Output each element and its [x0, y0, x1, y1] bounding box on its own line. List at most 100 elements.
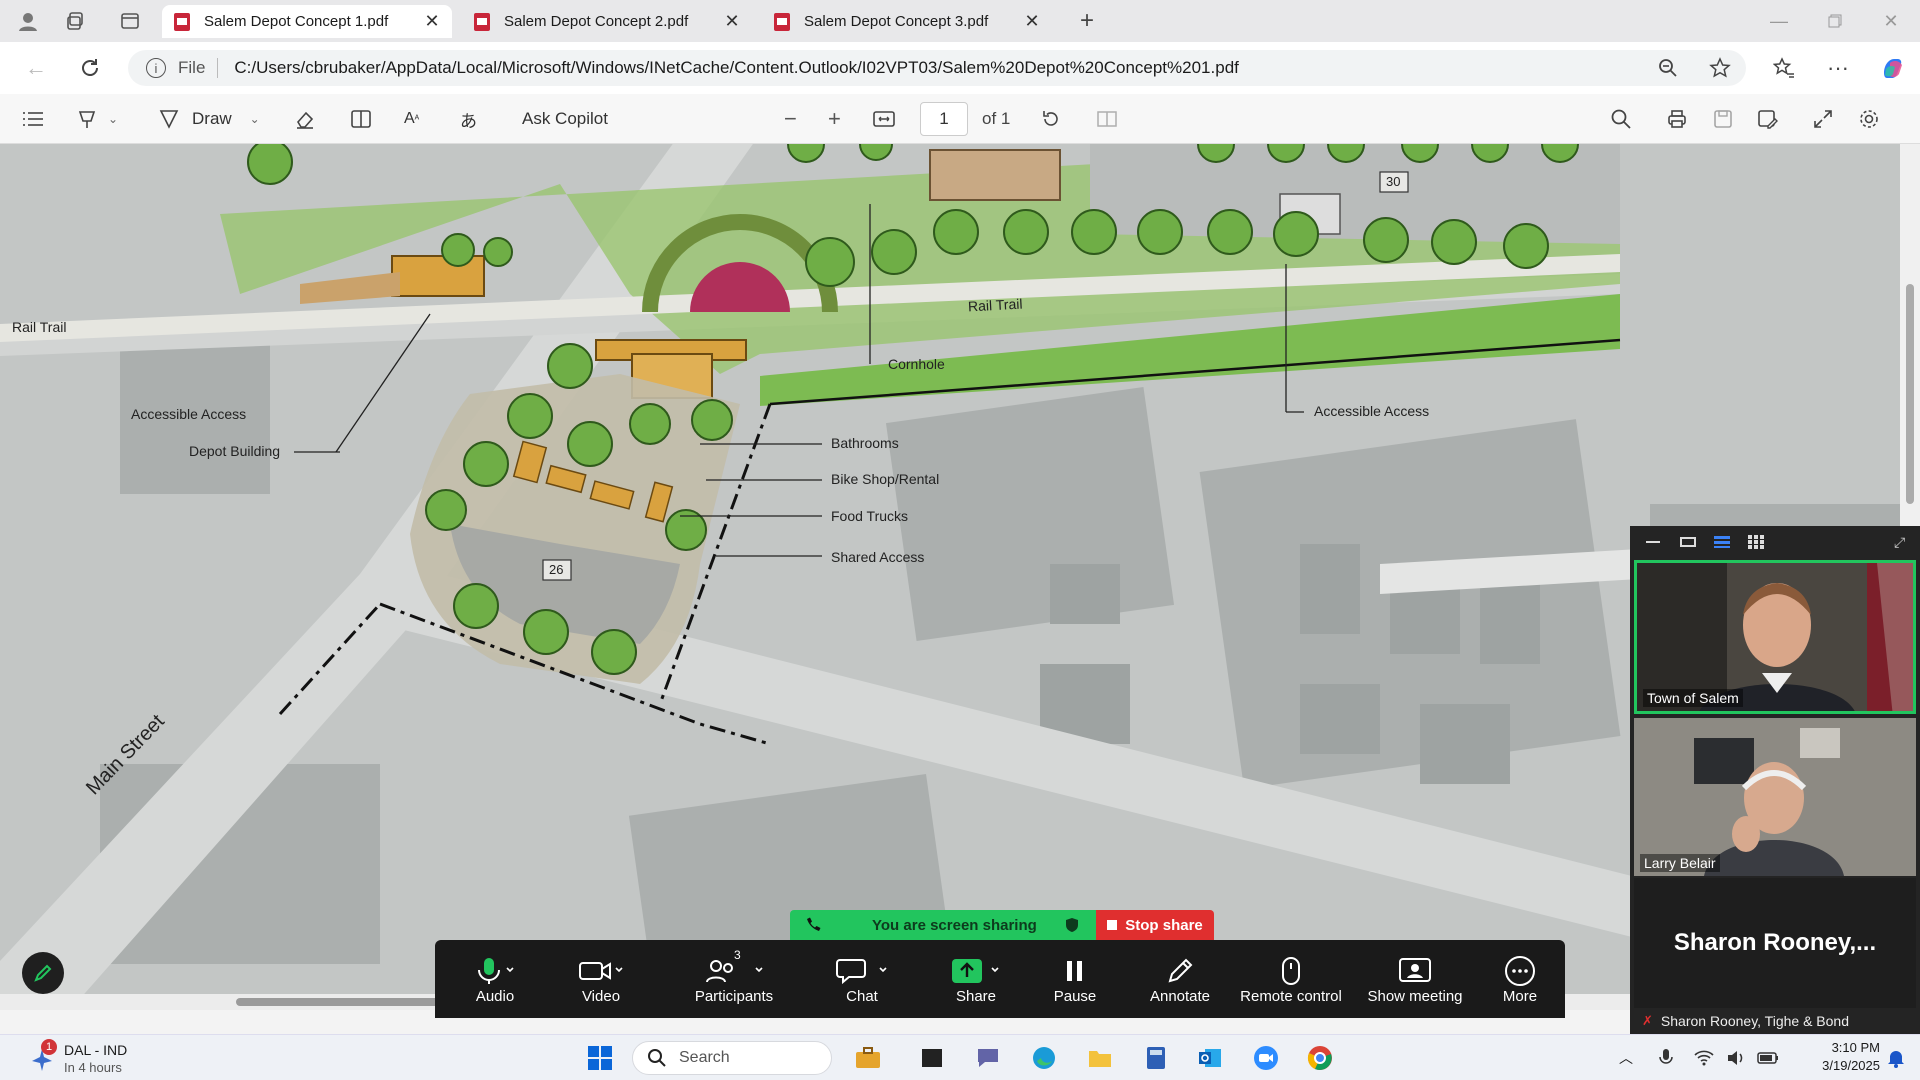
settings-gear-icon[interactable]	[1858, 106, 1880, 132]
tab-concept-3[interactable]: Salem Depot Concept 3.pdf ✕	[762, 5, 1052, 38]
show-meeting-button[interactable]: Show meeting	[1355, 940, 1475, 1018]
page-current: 1	[939, 109, 949, 128]
annotation-pen-button[interactable]	[22, 952, 64, 994]
windows-taskbar: 1 DAL - IND In 4 hours Search ︿ 3:10 PM …	[0, 1034, 1920, 1080]
copilot-icon[interactable]	[1878, 54, 1908, 82]
taskbar-app-terminal[interactable]	[916, 1043, 948, 1073]
participant-tile-sharon-rooney[interactable]: Sharon Rooney,...	[1634, 878, 1916, 1008]
tab-actions-icon[interactable]	[116, 8, 144, 34]
favorite-star-icon[interactable]	[1706, 56, 1734, 80]
url-text[interactable]: C:/Users/cbrubaker/AppData/Local/Microso…	[234, 58, 1238, 78]
zoom-out-button[interactable]: −	[784, 106, 797, 132]
annotate-button[interactable]: Annotate	[1135, 940, 1225, 1018]
active-speaker-name: Sharon Rooney,...	[1673, 929, 1877, 956]
more-options-icon[interactable]: ···	[1824, 55, 1852, 80]
label-parking-26: 26	[549, 562, 564, 577]
favorites-icon[interactable]	[1770, 56, 1798, 80]
search-icon[interactable]	[1610, 106, 1632, 132]
print-icon[interactable]	[1666, 106, 1688, 132]
chat-label: Chat	[846, 987, 878, 1005]
contents-icon[interactable]	[22, 106, 44, 132]
zoom-icon[interactable]	[1654, 56, 1682, 80]
share-screen-icon	[952, 958, 999, 983]
volume-icon[interactable]	[1720, 1043, 1752, 1073]
chevron-down-icon[interactable]: ⌄	[250, 112, 260, 126]
taskbar-app-explorer[interactable]	[1084, 1043, 1116, 1073]
video-button[interactable]: Video	[563, 940, 639, 1018]
new-tab-button[interactable]: +	[1072, 7, 1102, 34]
windows-start-button[interactable]	[584, 1043, 616, 1073]
scrollbar-thumb[interactable]	[1906, 284, 1914, 504]
workspaces-icon[interactable]	[62, 8, 90, 34]
taskbar-app-calculator[interactable]	[1140, 1043, 1172, 1073]
save-icon[interactable]	[1712, 106, 1734, 132]
share-button[interactable]: Share	[929, 940, 1023, 1018]
gallery-view-icon[interactable]	[1748, 535, 1764, 549]
address-bar-row: ← i File C:/Users/cbrubaker/AppData/Loca…	[0, 42, 1920, 94]
chevron-down-icon[interactable]: ⌄	[108, 112, 118, 126]
two-page-icon[interactable]	[1096, 106, 1118, 132]
save-as-icon[interactable]	[1756, 106, 1778, 132]
strip-view-icon[interactable]	[1714, 536, 1730, 548]
read-aloud-icon[interactable]: Aᴬ	[404, 106, 419, 132]
zoom-video-panel: ⤢ Town of Salem Larry Belair Sharon Roon…	[1630, 526, 1920, 1034]
minimize-button[interactable]: —	[1764, 8, 1794, 34]
rotate-icon[interactable]	[1040, 106, 1062, 132]
battery-icon[interactable]	[1752, 1043, 1784, 1073]
wifi-icon[interactable]	[1688, 1043, 1720, 1073]
back-button[interactable]: ←	[22, 54, 50, 82]
page-view-icon[interactable]	[350, 106, 372, 132]
fit-page-icon[interactable]	[872, 106, 896, 132]
participant-video	[1634, 718, 1916, 876]
zoom-in-button[interactable]: +	[828, 106, 841, 132]
participant-tile-larry-belair[interactable]: Larry Belair	[1634, 718, 1916, 876]
show-hidden-icons[interactable]: ︿	[1610, 1043, 1642, 1073]
ask-copilot-button[interactable]: Ask Copilot	[522, 106, 608, 132]
taskbar-search-box[interactable]: Search	[632, 1041, 832, 1075]
close-icon[interactable]: ✕	[422, 11, 442, 32]
page-number-input[interactable]: 1	[920, 102, 968, 136]
taskbar-app-briefcase[interactable]	[852, 1043, 884, 1073]
close-icon[interactable]: ✕	[1022, 11, 1042, 32]
taskbar-app-zoom[interactable]	[1250, 1043, 1282, 1073]
tray-microphone-icon[interactable]	[1650, 1043, 1682, 1073]
site-plan-document[interactable]: Rail Trail Rail Trail Cornhole Accessibl…	[0, 144, 1900, 1004]
close-icon[interactable]: ✕	[722, 11, 742, 32]
clock[interactable]: 3:10 PM 3/19/2025	[1790, 1039, 1880, 1075]
eraser-icon[interactable]	[294, 106, 316, 132]
participant-tile-town-of-salem[interactable]: Town of Salem	[1634, 560, 1916, 714]
weather-widget[interactable]: 1 DAL - IND In 4 hours	[30, 1039, 150, 1077]
address-bar[interactable]: i File C:/Users/cbrubaker/AppData/Local/…	[128, 50, 1746, 86]
fullscreen-icon[interactable]	[1812, 106, 1834, 132]
expand-icon[interactable]: ⤢	[1894, 534, 1905, 551]
speaker-view-icon[interactable]	[1680, 537, 1696, 547]
show-meeting-label: Show meeting	[1367, 987, 1463, 1005]
draw-tool[interactable]: Draw ⌄	[158, 106, 260, 132]
refresh-button[interactable]	[76, 54, 104, 82]
minimize-icon[interactable]	[1646, 541, 1660, 543]
more-button[interactable]: More	[1485, 940, 1555, 1018]
translate-icon[interactable]: あ	[460, 106, 477, 132]
tab-concept-2[interactable]: Salem Depot Concept 2.pdf ✕	[462, 5, 752, 38]
zoom-control-bar: Audio Video 3 Participants Chat Share Pa…	[435, 940, 1565, 1018]
remote-control-button[interactable]: Remote control	[1229, 940, 1353, 1018]
chat-button[interactable]: Chat	[817, 940, 907, 1018]
taskbar-app-outlook[interactable]	[1194, 1043, 1226, 1073]
info-icon[interactable]: i	[146, 58, 166, 78]
close-window-button[interactable]: ✕	[1876, 8, 1906, 34]
profile-icon[interactable]	[14, 8, 42, 34]
participants-button[interactable]: 3 Participants	[669, 940, 799, 1018]
pause-share-button[interactable]: Pause	[1035, 940, 1115, 1018]
taskbar-app-chrome[interactable]	[1304, 1043, 1336, 1073]
stop-share-button[interactable]: Stop share	[1096, 910, 1214, 940]
notification-bell-icon[interactable]	[1880, 1043, 1912, 1073]
maximize-button[interactable]	[1820, 8, 1850, 34]
mouse-icon	[1282, 956, 1300, 985]
audio-button[interactable]: Audio	[457, 940, 533, 1018]
taskbar-app-edge[interactable]	[1028, 1043, 1060, 1073]
page-total: of 1	[982, 109, 1011, 128]
site-plan-drawing	[0, 144, 1900, 1004]
tab-concept-1[interactable]: Salem Depot Concept 1.pdf ✕	[162, 5, 452, 38]
taskbar-app-teams[interactable]	[972, 1043, 1004, 1073]
highlight-tool[interactable]: ⌄	[76, 106, 118, 132]
